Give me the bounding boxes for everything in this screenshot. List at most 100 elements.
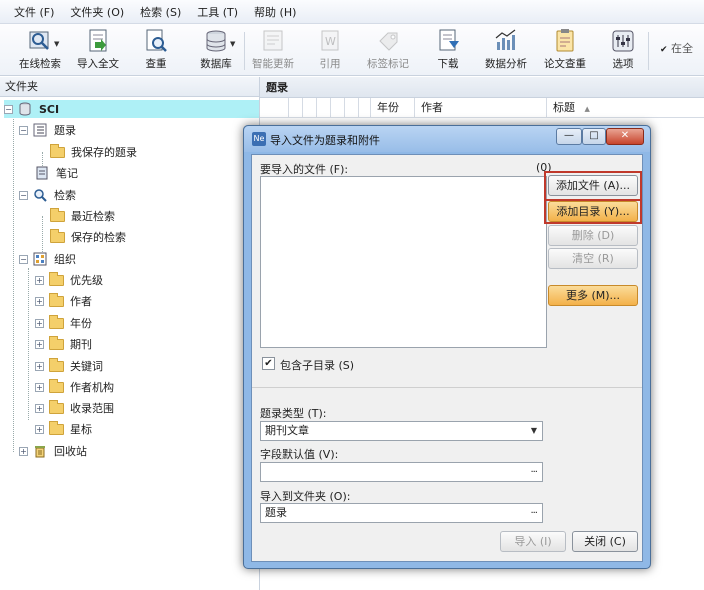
minimize-icon: — bbox=[564, 130, 574, 141]
tree-label-saved-search: 保存的检索 bbox=[71, 231, 126, 244]
expand-icon[interactable]: + bbox=[35, 403, 44, 413]
files-listbox[interactable] bbox=[260, 176, 547, 348]
tree-node-journal[interactable]: + 期刊 bbox=[35, 335, 92, 353]
collapse-icon[interactable]: − bbox=[4, 104, 13, 114]
dialog-titlebar[interactable]: Ne 导入文件为题录和附件 — □ ✕ bbox=[244, 126, 650, 152]
tree-label-saved-records: 我保存的题录 bbox=[71, 146, 137, 159]
database-button[interactable]: ▼ 数据库 bbox=[194, 28, 238, 74]
paper-check-icon bbox=[552, 28, 578, 54]
include-subdirs-checkbox[interactable]: ✔ bbox=[262, 357, 275, 370]
folder-icon bbox=[50, 208, 66, 223]
menu-help[interactable]: 帮助 (H) bbox=[254, 4, 296, 20]
expand-icon[interactable]: + bbox=[35, 296, 44, 306]
record-type-label: 题录类型 (T): bbox=[260, 407, 327, 420]
tree-node-recent-search[interactable]: 最近检索 bbox=[50, 207, 115, 225]
tree-node-saved-records[interactable]: 我保存的题录 bbox=[50, 143, 137, 161]
tree-node-organize[interactable]: − 组织 bbox=[19, 250, 76, 268]
tree-node-affiliation[interactable]: + 作者机构 bbox=[35, 378, 114, 396]
tree-node-notes[interactable]: 笔记 bbox=[35, 164, 78, 182]
import-fulltext-icon bbox=[85, 28, 111, 54]
menu-tools[interactable]: 工具 (T) bbox=[197, 4, 238, 20]
folder-icon bbox=[50, 144, 66, 159]
tree-node-star[interactable]: + 星标 bbox=[35, 420, 92, 438]
column-year[interactable]: 年份 bbox=[370, 98, 414, 118]
column-author[interactable]: 作者 bbox=[414, 98, 546, 118]
clear-button[interactable]: 清空 (R) bbox=[548, 248, 638, 269]
data-analysis-button[interactable]: 数据分析 bbox=[482, 28, 530, 74]
tree-node-keyword[interactable]: + 关键词 bbox=[35, 357, 103, 375]
tag-button[interactable]: 标签标记 bbox=[366, 28, 410, 74]
expand-icon[interactable]: + bbox=[35, 424, 44, 434]
add-directory-button[interactable]: 添加目录 (Y)... bbox=[548, 201, 638, 222]
folder-icon bbox=[49, 400, 65, 415]
options-label: 选项 bbox=[612, 58, 634, 70]
expand-icon[interactable]: + bbox=[35, 275, 44, 285]
collapse-icon[interactable]: − bbox=[19, 125, 28, 135]
tree-node-saved-search[interactable]: 保存的检索 bbox=[50, 228, 126, 246]
toolbar-overflow[interactable]: ✔ 在全 bbox=[660, 40, 693, 56]
download-button[interactable]: 下载 bbox=[432, 28, 464, 74]
expand-icon[interactable]: + bbox=[35, 382, 44, 392]
download-icon bbox=[435, 28, 461, 54]
expand-icon[interactable]: + bbox=[35, 339, 44, 349]
column-blank[interactable] bbox=[330, 98, 344, 118]
column-blank[interactable] bbox=[302, 98, 316, 118]
collapse-icon[interactable]: − bbox=[19, 254, 28, 264]
online-search-button[interactable]: ▼ 在线检索 bbox=[14, 28, 66, 74]
column-blank[interactable] bbox=[288, 98, 302, 118]
delete-button[interactable]: 删除 (D) bbox=[548, 225, 638, 246]
close-window-button[interactable]: ✕ bbox=[606, 128, 644, 145]
minimize-button[interactable]: — bbox=[556, 128, 582, 145]
tree-node-priority[interactable]: + 优先级 bbox=[35, 271, 103, 289]
tree-node-trash[interactable]: + 回收站 bbox=[19, 442, 87, 460]
import-button[interactable]: 导入 (I) bbox=[500, 531, 566, 552]
column-blank[interactable] bbox=[344, 98, 358, 118]
svg-text:W: W bbox=[325, 35, 336, 48]
data-analysis-label: 数据分析 bbox=[485, 58, 527, 70]
record-type-select[interactable]: 期刊文章 ▼ bbox=[260, 421, 543, 441]
dedup-button[interactable]: 查重 bbox=[138, 28, 174, 74]
cite-button[interactable]: W 引用 bbox=[312, 28, 348, 74]
tree-node-coverage[interactable]: + 收录范围 bbox=[35, 399, 114, 417]
app-window: 文件 (F) 文件夹 (O) 检索 (S) 工具 (T) 帮助 (H) ▼ 在线… bbox=[0, 0, 704, 590]
notes-icon bbox=[35, 166, 51, 180]
add-file-button[interactable]: 添加文件 (A)... bbox=[548, 175, 638, 196]
folder-icon bbox=[49, 358, 65, 373]
tree-label-journal: 期刊 bbox=[70, 338, 92, 351]
expand-icon[interactable]: + bbox=[35, 361, 44, 371]
menu-folder[interactable]: 文件夹 (O) bbox=[70, 4, 124, 20]
options-button[interactable]: 选项 bbox=[609, 28, 637, 74]
tree-line bbox=[13, 110, 14, 452]
tree-label-sci: SCI bbox=[39, 102, 60, 116]
tree-node-records[interactable]: − 题录 bbox=[19, 121, 76, 139]
expand-icon[interactable]: + bbox=[35, 318, 44, 328]
field-default-input[interactable]: ... bbox=[260, 462, 543, 482]
browse-icon[interactable]: ... bbox=[530, 461, 537, 479]
dialog-divider bbox=[252, 387, 642, 388]
tree-label-priority: 优先级 bbox=[70, 274, 103, 287]
collapse-icon[interactable]: − bbox=[19, 190, 28, 200]
close-button[interactable]: 关闭 (C) bbox=[572, 531, 638, 552]
menu-file[interactable]: 文件 (F) bbox=[14, 4, 54, 20]
records-column-header: 年份 作者 标题 ▲ bbox=[260, 98, 704, 118]
tree-node-year[interactable]: + 年份 bbox=[35, 314, 92, 332]
tree-node-author[interactable]: + 作者 bbox=[35, 292, 92, 310]
tree-node-search[interactable]: − 检索 bbox=[19, 186, 76, 204]
tree-label-notes: 笔记 bbox=[56, 167, 78, 180]
sort-ascending-icon: ▲ bbox=[584, 105, 590, 113]
expand-icon[interactable]: + bbox=[19, 446, 28, 456]
paper-check-button[interactable]: 论文查重 bbox=[541, 28, 589, 74]
tag-icon bbox=[375, 28, 401, 54]
maximize-button[interactable]: □ bbox=[582, 128, 606, 145]
smart-update-button[interactable]: 智能更新 bbox=[250, 28, 296, 74]
tree-node-sci[interactable]: − SCI bbox=[4, 100, 259, 118]
dedup-label: 查重 bbox=[145, 58, 167, 70]
overflow-label: 在全 bbox=[671, 42, 694, 55]
import-to-input[interactable]: 题录 ... bbox=[260, 503, 543, 523]
column-blank[interactable] bbox=[316, 98, 330, 118]
menu-search[interactable]: 检索 (S) bbox=[140, 4, 181, 20]
browse-icon[interactable]: ... bbox=[530, 502, 537, 520]
import-fulltext-button[interactable]: 导入全文 bbox=[74, 28, 122, 74]
more-button[interactable]: 更多 (M)... bbox=[548, 285, 638, 306]
column-title[interactable]: 标题 ▲ bbox=[546, 98, 704, 118]
